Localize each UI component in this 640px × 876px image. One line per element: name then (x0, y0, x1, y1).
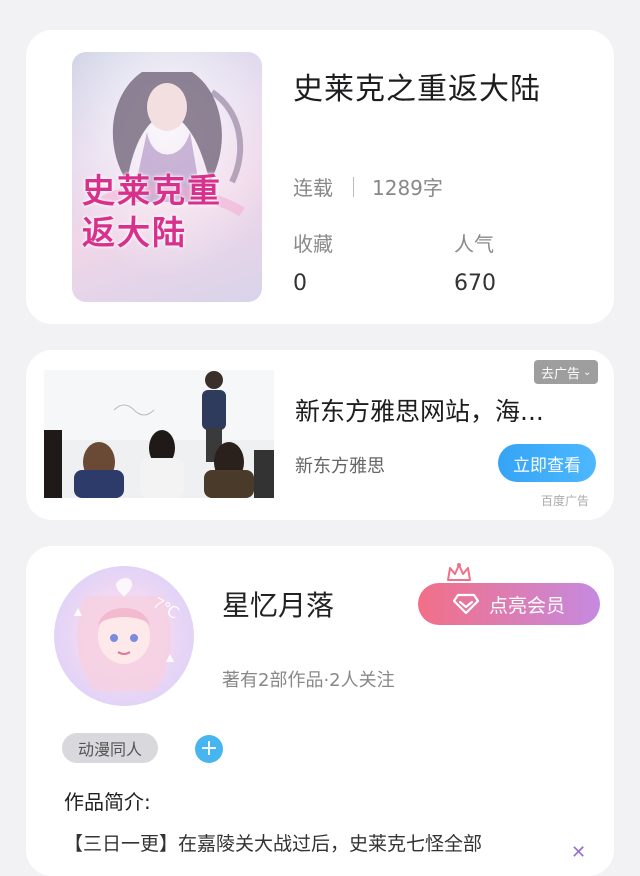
popularity-stat: 人气 670 (454, 228, 496, 296)
genre-tag[interactable]: 动漫同人 (62, 733, 159, 763)
author-card: 7℃ 星忆月落 点亮会员 著有2部作品·2人关注 动漫同人 + 作品简介: 【三… (26, 546, 614, 876)
ad-brand: 新东方雅思 (295, 456, 385, 477)
ad-image[interactable] (44, 370, 274, 498)
word-count: 1289字 (372, 176, 443, 200)
diamond-icon (452, 593, 479, 615)
remove-ad-label: 去广告 (541, 366, 581, 382)
plus-icon[interactable]: + (195, 735, 223, 763)
ad-source-tag: 百度广告 (541, 494, 590, 508)
author-meta: 著有2部作品·2人关注 (222, 670, 395, 691)
remove-ad-button[interactable]: 去广告 ⌄ (534, 360, 599, 384)
avatar-illustration: 7℃ (74, 578, 182, 691)
ad-card[interactable]: 去广告 ⌄ 新东方雅思网站，海... 新东方雅思 立即查看 百度广告 (26, 350, 614, 520)
chevron-down-icon: ⌄ (583, 366, 592, 378)
book-cover-image[interactable]: 史莱克重返大陆 (72, 52, 262, 302)
book-info-card: 史莱克重返大陆 史莱克之重返大陆 连载 1289字 收藏 0 人气 670 (26, 30, 614, 324)
divider (353, 176, 354, 197)
crown-icon (447, 563, 471, 581)
favorites-label: 收藏 (293, 232, 333, 256)
classroom-photo (44, 370, 274, 498)
ad-title[interactable]: 新东方雅思网站，海... (295, 392, 544, 428)
book-status-row: 连载 1289字 (293, 172, 443, 201)
popularity-value: 670 (454, 271, 496, 296)
chevron-down-icon[interactable]: ✕ (571, 842, 586, 863)
avatar[interactable]: 7℃ (54, 566, 194, 706)
favorites-value: 0 (293, 271, 307, 296)
serial-status: 连载 (293, 176, 333, 200)
vip-label: 点亮会员 (488, 594, 565, 617)
ad-view-now-button[interactable]: 立即查看 (498, 444, 596, 482)
author-name: 星忆月落 (222, 589, 335, 622)
cover-title-art: 史莱克重返大陆 (82, 171, 222, 252)
intro-heading: 作品简介: (64, 790, 151, 814)
favorites-stat: 收藏 0 (293, 228, 333, 296)
popularity-label: 人气 (454, 232, 494, 256)
book-title: 史莱克之重返大陆 (293, 72, 541, 107)
vip-membership-button[interactable]: 点亮会员 (418, 583, 600, 625)
